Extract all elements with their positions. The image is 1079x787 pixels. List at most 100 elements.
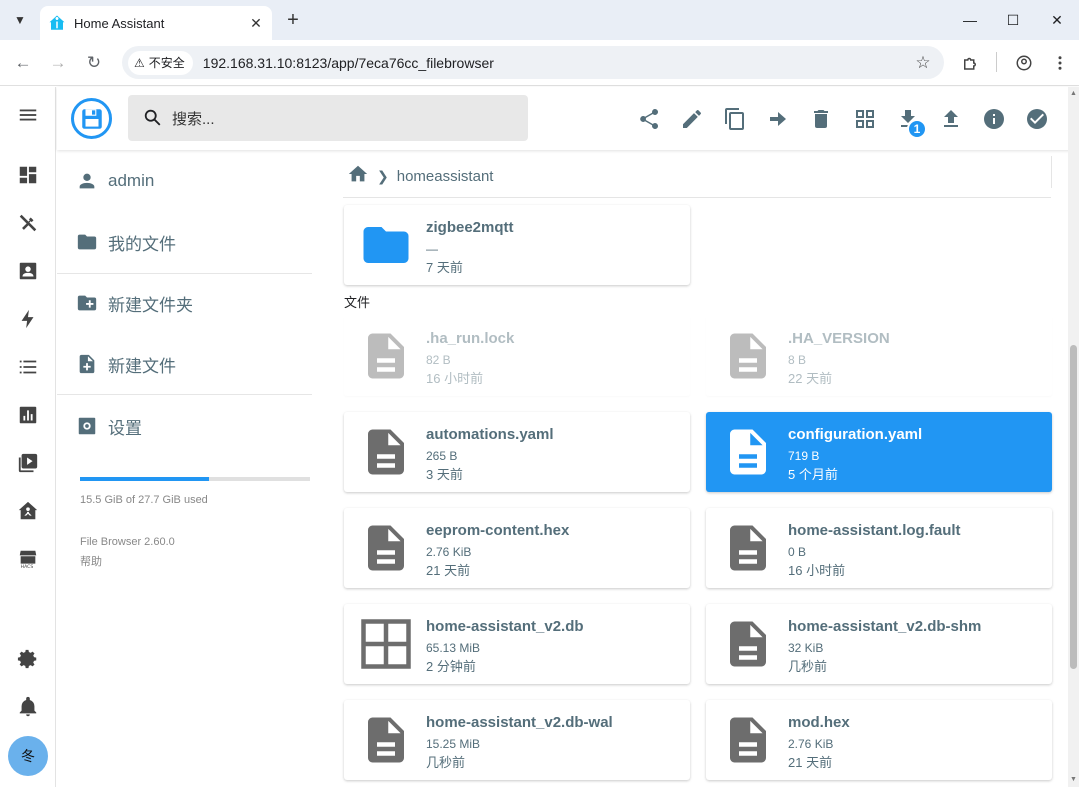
file-modified: 几秒前: [788, 659, 828, 674]
hacs-store-icon[interactable]: HACS: [16, 547, 40, 571]
nav-user-label: admin: [108, 171, 155, 190]
delete-trash-icon[interactable]: [808, 106, 834, 132]
home-assistant-icon[interactable]: [16, 499, 40, 523]
file-card[interactable]: mod.hex 2.76 KiB 21 天前: [706, 700, 1052, 780]
settings-gear-icon[interactable]: [16, 647, 40, 671]
breadcrumb: ❯ homeassistant: [343, 156, 1051, 198]
logbook-list-icon[interactable]: [16, 355, 40, 379]
reload-icon[interactable]: ↻: [81, 50, 107, 76]
file-card[interactable]: .ha_run.lock 82 B 16 小时前: [344, 316, 690, 396]
forward-arrow-icon[interactable]: →: [45, 50, 71, 76]
url-text[interactable]: 192.168.31.10:8123/app/7eca76cc_filebrow…: [203, 55, 910, 71]
tab-close-icon[interactable]: ✕: [246, 13, 266, 33]
breadcrumb-current[interactable]: homeassistant: [397, 168, 494, 185]
minimize-window-button[interactable]: —: [956, 8, 984, 32]
database-grid-icon: [358, 616, 414, 672]
security-label: 不安全: [148, 56, 185, 70]
browser-tabstrip: ▼ Home Assistant ✕ + — ☐ ✕: [0, 0, 1079, 40]
file-card[interactable]: home-assistant_v2.db-shm 32 KiB 几秒前: [706, 604, 1052, 684]
file-card[interactable]: home-assistant_v2.db 65.13 MiB 2 分钟前: [344, 604, 690, 684]
share-icon[interactable]: [636, 106, 662, 132]
folder-icon: [77, 234, 97, 250]
info-icon[interactable]: [981, 106, 1007, 132]
tools-icon[interactable]: [16, 211, 40, 235]
nav-my-files[interactable]: 我的文件: [76, 227, 176, 257]
user-avatar[interactable]: 冬: [8, 736, 48, 776]
select-check-circle-icon[interactable]: [1024, 106, 1050, 132]
nav-my-files-label: 我的文件: [108, 234, 176, 254]
file-card[interactable]: .HA_VERSION 8 B 22 天前: [706, 316, 1052, 396]
file-name: eeprom-content.hex: [426, 522, 570, 539]
new-tab-button[interactable]: +: [282, 9, 304, 31]
nav-settings[interactable]: 设置: [76, 411, 142, 441]
history-chart-icon[interactable]: [16, 403, 40, 427]
nav-settings-label: 设置: [108, 418, 142, 438]
scroll-down-arrow-icon[interactable]: ▼: [1069, 775, 1078, 784]
file-modified: 2 分钟前: [426, 659, 476, 674]
tab-search-chevron-icon[interactable]: ▼: [8, 8, 32, 32]
profile-icon[interactable]: [1011, 50, 1037, 76]
move-arrow-icon[interactable]: [765, 106, 791, 132]
file-name: .ha_run.lock: [426, 330, 515, 347]
file-size: 265 B: [426, 449, 458, 463]
nav-new-folder-label: 新建文件夹: [108, 295, 193, 315]
file-card[interactable]: eeprom-content.hex 2.76 KiB 21 天前: [344, 508, 690, 588]
breadcrumb-edge: [1051, 156, 1052, 188]
hamburger-menu-icon[interactable]: [16, 103, 40, 127]
back-arrow-icon[interactable]: ←: [10, 50, 36, 76]
file-modified: 16 小时前: [426, 371, 484, 386]
folder-modified: 7 天前: [426, 260, 463, 275]
create-file-icon: [79, 354, 95, 374]
page-scrollbar[interactable]: ▲ ▼: [1068, 87, 1079, 787]
address-bar[interactable]: ⚠ 不安全 192.168.31.10:8123/app/7eca76cc_fi…: [122, 46, 944, 79]
close-window-button[interactable]: ✕: [1043, 8, 1071, 32]
browser-tab-home-assistant[interactable]: Home Assistant ✕: [40, 6, 272, 40]
filebrowser-logo-icon[interactable]: [71, 98, 112, 139]
copy-icon[interactable]: [722, 106, 748, 132]
nav-new-file[interactable]: 新建文件: [76, 349, 176, 379]
person-icon: [79, 173, 95, 189]
notifications-bell-icon[interactable]: [16, 695, 40, 719]
scroll-up-arrow-icon[interactable]: ▲: [1069, 89, 1078, 98]
media-play-icon[interactable]: [16, 451, 40, 475]
dashboard-icon[interactable]: [16, 163, 40, 187]
rename-pencil-icon[interactable]: [679, 106, 705, 132]
search-input[interactable]: 搜索...: [128, 95, 528, 141]
file-document-icon: [720, 424, 776, 480]
person-card-icon[interactable]: [16, 259, 40, 283]
help-link[interactable]: 帮助: [80, 553, 102, 569]
file-size: 2.76 KiB: [426, 545, 472, 559]
file-name: home-assistant.log.fault: [788, 522, 961, 539]
files-section-label: 文件: [344, 295, 371, 310]
energy-lightning-icon[interactable]: [16, 307, 40, 331]
upload-icon[interactable]: [938, 106, 964, 132]
file-size: 82 B: [426, 353, 451, 367]
bookmark-star-icon[interactable]: ☆: [910, 50, 936, 76]
extensions-puzzle-icon[interactable]: [957, 50, 983, 76]
warning-triangle-icon: ⚠: [134, 55, 145, 70]
nav-divider: [57, 394, 312, 395]
disk-usage-bar: [80, 477, 310, 481]
search-placeholder: 搜索...: [172, 110, 215, 128]
scrollbar-thumb[interactable]: [1070, 345, 1077, 669]
file-card[interactable]: home-assistant_v2.db-wal 15.25 MiB 几秒前: [344, 700, 690, 780]
grid-view-icon[interactable]: [852, 106, 878, 132]
file-card[interactable]: configuration.yaml 719 B 5 个月前: [706, 412, 1052, 492]
file-document-icon: [720, 328, 776, 384]
file-size: 0 B: [788, 545, 807, 559]
version-text: File Browser 2.60.0: [80, 536, 175, 548]
folder-card[interactable]: zigbee2mqtt — 7 天前: [344, 205, 690, 285]
file-card[interactable]: automations.yaml 265 B 3 天前: [344, 412, 690, 492]
file-modified: 5 个月前: [788, 467, 838, 482]
nav-new-folder[interactable]: 新建文件夹: [76, 288, 193, 318]
breadcrumb-home-icon[interactable]: [347, 163, 369, 190]
file-document-icon: [358, 520, 414, 576]
file-name: home-assistant_v2.db-shm: [788, 618, 982, 635]
file-document-icon: [358, 712, 414, 768]
file-card[interactable]: home-assistant.log.fault 0 B 16 小时前: [706, 508, 1052, 588]
browser-menu-icon[interactable]: [1047, 50, 1073, 76]
security-indicator[interactable]: ⚠ 不安全: [128, 50, 193, 75]
create-folder-icon: [77, 295, 97, 311]
nav-user-admin[interactable]: admin: [76, 166, 154, 196]
maximize-window-button[interactable]: ☐: [999, 8, 1027, 32]
